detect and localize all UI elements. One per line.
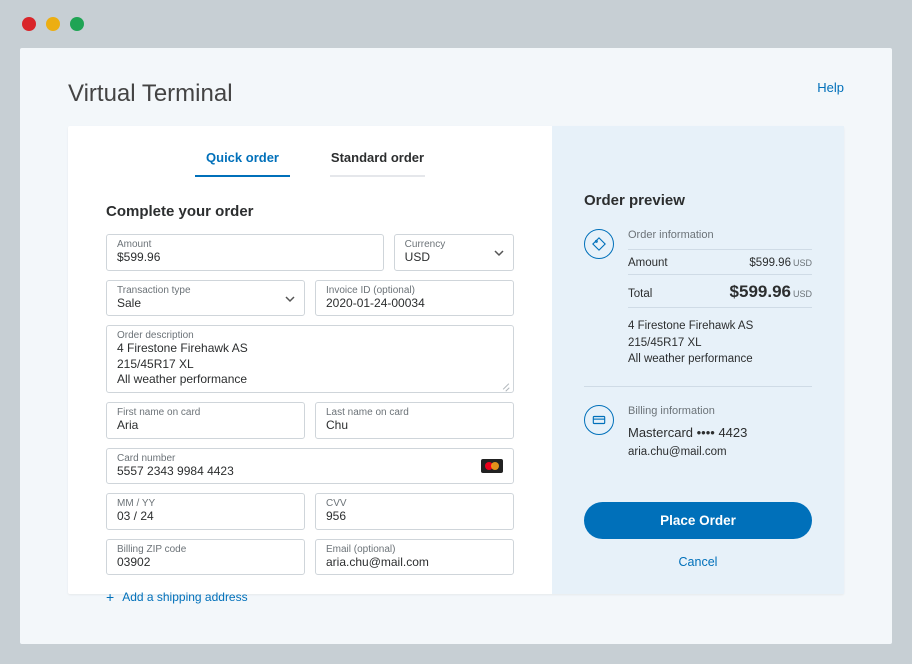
card-number-field[interactable]: Card number 5557 2343 9984 4423 [106,448,514,485]
preview-order-info: Order information Amount $599.96USD Tota… [584,229,812,387]
email-label: Email (optional) [326,544,503,555]
preview-desc-line: All weather performance [628,351,812,368]
invoice-id-value: 2020-01-24-00034 [326,296,503,312]
last-name-value: Chu [326,418,503,434]
transaction-type-value: Sale [117,296,294,312]
add-shipping-label: Add a shipping address [122,590,247,604]
expiry-value: 03 / 24 [117,509,294,525]
last-name-label: Last name on card [326,407,503,418]
expiry-label: MM / YY [117,498,294,509]
page-surface: Virtual Terminal Help Quick order Standa… [20,48,892,644]
email-field[interactable]: Email (optional) aria.chu@mail.com [315,539,514,576]
billing-zip-value: 03902 [117,555,294,571]
tab-quick-order[interactable]: Quick order [195,150,290,177]
card-icon [584,405,614,435]
help-link[interactable]: Help [817,80,844,95]
last-name-field[interactable]: Last name on card Chu [315,402,514,439]
window-titlebar [0,0,912,48]
amount-field[interactable]: Amount $599.96 [106,234,384,271]
preview-amount-label: Amount [628,257,668,269]
invoice-id-label: Invoice ID (optional) [326,285,503,296]
invoice-id-field[interactable]: Invoice ID (optional) 2020-01-24-00034 [315,280,514,317]
amount-value: $599.96 [117,250,373,266]
expiry-field[interactable]: MM / YY 03 / 24 [106,493,305,530]
order-description-label: Order description [117,330,503,341]
card-number-value: 5557 2343 9984 4423 [117,464,503,480]
place-order-button[interactable]: Place Order [584,502,812,539]
preview-amount-value: $599.96 [749,257,791,269]
form-section-title: Complete your order [106,203,514,220]
billing-zip-field[interactable]: Billing ZIP code 03902 [106,539,305,576]
transaction-type-label: Transaction type [117,285,294,296]
card-number-label: Card number [117,453,503,464]
order-preview-title: Order preview [584,192,812,209]
tab-standard-order[interactable]: Standard order [330,150,425,177]
add-shipping-address-link[interactable]: + Add a shipping address [106,589,514,605]
transaction-type-select[interactable]: Transaction type Sale [106,280,305,317]
preview-amount-currency: USD [793,258,812,268]
first-name-label: First name on card [117,407,294,418]
currency-label: Currency [405,239,503,250]
chevron-down-icon [284,293,294,303]
preview-billing-info: Billing information Mastercard •••• 4423… [584,405,812,476]
cvv-label: CVV [326,498,503,509]
main-card: Quick order Standard order Complete your… [68,126,844,594]
window-close-dot[interactable] [22,17,36,31]
order-form-panel: Quick order Standard order Complete your… [68,126,552,594]
currency-select[interactable]: Currency USD [394,234,514,271]
billing-info-label: Billing information [628,405,812,417]
first-name-value: Aria [117,418,294,434]
page-title: Virtual Terminal [68,80,233,108]
resize-handle-icon[interactable] [502,381,510,389]
tag-icon [584,229,614,259]
preview-description: 4 Firestone Firehawk AS 215/45R17 XL All… [628,318,812,368]
window-minimize-dot[interactable] [46,17,60,31]
page-header: Virtual Terminal Help [68,80,844,108]
order-info-label: Order information [628,229,812,241]
order-description-field[interactable]: Order description 4 Firestone Firehawk A… [106,325,514,393]
preview-total-currency: USD [793,289,812,299]
amount-label: Amount [117,239,373,250]
plus-icon: + [106,589,114,605]
cvv-value: 956 [326,509,503,525]
order-description-value: 4 Firestone Firehawk AS 215/45R17 XL All… [117,341,503,388]
preview-card-masked: Mastercard •••• 4423 [628,425,812,440]
order-tabs: Quick order Standard order [106,150,514,177]
email-value: aria.chu@mail.com [326,555,503,571]
window-maximize-dot[interactable] [70,17,84,31]
app-window: Virtual Terminal Help Quick order Standa… [0,0,912,664]
chevron-down-icon [493,247,503,257]
preview-total-label: Total [628,288,652,300]
first-name-field[interactable]: First name on card Aria [106,402,305,439]
billing-zip-label: Billing ZIP code [117,544,294,555]
preview-desc-line: 4 Firestone Firehawk AS [628,318,812,335]
order-preview-panel: Order preview Order information Amount $… [552,126,844,594]
preview-email: aria.chu@mail.com [628,446,812,458]
cvv-field[interactable]: CVV 956 [315,493,514,530]
cancel-link[interactable]: Cancel [584,555,812,569]
preview-total-value: $599.96 [730,282,791,301]
currency-value: USD [405,250,503,266]
mastercard-icon [481,459,503,473]
preview-desc-line: 215/45R17 XL [628,335,812,352]
